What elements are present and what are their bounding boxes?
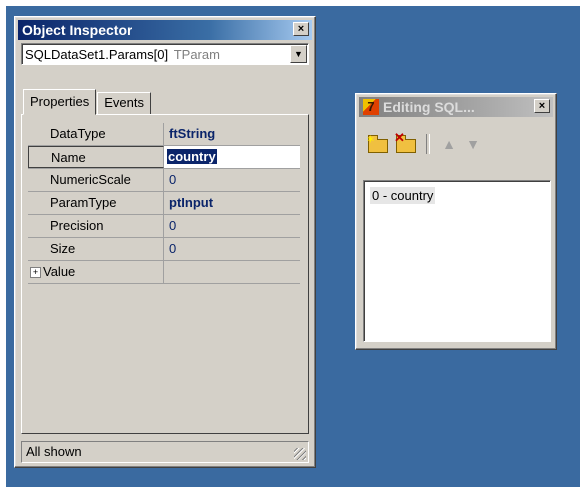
tab-properties[interactable]: Properties xyxy=(23,89,97,115)
close-button[interactable]: × xyxy=(534,99,550,113)
sql-toolbar: ✶ ✕ ▲ ▼ xyxy=(366,130,482,158)
component-type: TParam xyxy=(173,47,220,62)
add-folder-icon[interactable]: ✶ xyxy=(366,133,388,155)
size-grip-icon[interactable] xyxy=(294,448,306,460)
property-value-editor[interactable]: country xyxy=(164,146,300,168)
property-row-precision[interactable]: Precision 0 xyxy=(28,215,300,238)
property-name: DataType xyxy=(28,123,164,145)
property-grid: DataType ftString Name country NumericSc… xyxy=(28,123,300,284)
app-icon: 7 xyxy=(363,99,379,115)
move-down-icon[interactable]: ▼ xyxy=(464,136,482,152)
status-text: All shown xyxy=(26,444,82,459)
properties-panel: DataType ftString Name country NumericSc… xyxy=(21,114,309,434)
property-row-paramtype[interactable]: ParamType ptInput xyxy=(28,192,300,215)
object-inspector-window: Object Inspector × SQLDataSet1.Params[0]… xyxy=(14,16,316,468)
property-name: NumericScale xyxy=(28,169,164,191)
chevron-down-icon[interactable]: ▼ xyxy=(290,45,307,63)
property-row-numericscale[interactable]: NumericScale 0 xyxy=(28,169,300,192)
inspector-tabs: Properties Events xyxy=(23,89,152,115)
sql-editor-window: 7 Editing SQL... × ✶ ✕ ▲ ▼ 0 - country xyxy=(355,93,557,350)
property-value[interactable]: ptInput xyxy=(164,192,300,214)
property-row-value[interactable]: + Value xyxy=(28,261,300,284)
status-bar: All shown xyxy=(21,441,309,463)
component-selector[interactable]: SQLDataSet1.Params[0] TParam ▼ xyxy=(21,43,309,65)
selected-value-text[interactable]: country xyxy=(167,149,217,164)
property-row-datatype[interactable]: DataType ftString xyxy=(28,123,300,146)
property-name: Size xyxy=(28,238,164,260)
toolbar-separator xyxy=(426,134,430,154)
move-up-icon[interactable]: ▲ xyxy=(440,136,458,152)
expand-icon[interactable]: + xyxy=(30,267,41,279)
property-name: Value xyxy=(43,264,76,279)
property-value[interactable]: 0 xyxy=(164,169,300,191)
property-value[interactable]: 0 xyxy=(164,238,300,260)
property-name-expandable: + Value xyxy=(28,261,164,283)
object-inspector-titlebar[interactable]: Object Inspector × xyxy=(18,20,312,40)
close-button[interactable]: × xyxy=(293,22,309,36)
property-row-name[interactable]: Name country xyxy=(28,146,300,169)
property-row-size[interactable]: Size 0 xyxy=(28,238,300,261)
tab-events[interactable]: Events xyxy=(97,92,151,115)
property-value[interactable]: ftString xyxy=(164,123,300,145)
property-name: Precision xyxy=(28,215,164,237)
sql-editor-titlebar[interactable]: 7 Editing SQL... × xyxy=(359,97,553,117)
window-title: Object Inspector xyxy=(22,22,133,38)
params-list[interactable]: 0 - country xyxy=(363,180,551,342)
property-value[interactable] xyxy=(164,261,300,283)
property-value[interactable]: 0 xyxy=(164,215,300,237)
list-item[interactable]: 0 - country xyxy=(370,187,436,204)
delete-folder-icon[interactable]: ✕ xyxy=(394,130,416,155)
property-name: ParamType xyxy=(28,192,164,214)
property-name: Name xyxy=(28,146,164,168)
window-title: Editing SQL... xyxy=(383,99,475,115)
component-name: SQLDataSet1.Params[0] xyxy=(25,47,169,62)
